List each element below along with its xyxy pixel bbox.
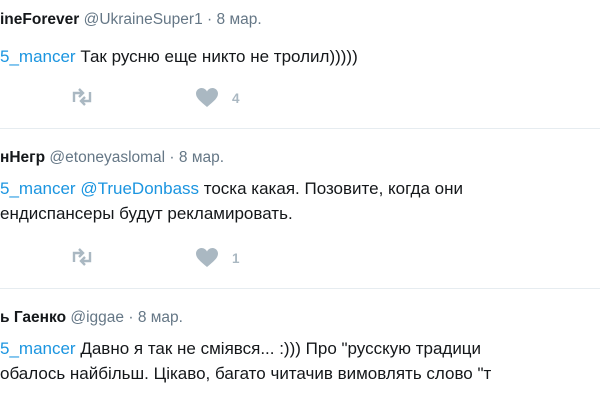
display-name[interactable]: нНегр	[0, 149, 45, 166]
user-handle[interactable]: @etoneyaslomal	[49, 149, 165, 166]
heart-icon	[196, 248, 218, 267]
like-count: 4	[232, 90, 240, 106]
tweet-text-line2: ендиспансеры будут рекламировать.	[0, 204, 293, 223]
tweet-text-content: Так русню еще никто не тролил)))))	[75, 47, 358, 66]
tweet-text: 5_mancer Давно я так не сміявся... :))) …	[0, 336, 491, 386]
retweet-button[interactable]	[70, 248, 94, 266]
timestamp[interactable]: 8 мар.	[217, 11, 262, 28]
user-handle[interactable]: @iggae	[70, 309, 124, 326]
reply-mention[interactable]: 5_mancer	[0, 179, 76, 198]
tweet-header: нНегр @etoneyaslomal · 8 мар.	[0, 148, 224, 168]
display-name[interactable]: ineForever	[0, 11, 79, 28]
tweet-text-line2: обалось найбільш. Цікаво, багато читачив…	[0, 364, 492, 383]
tweet-header: ineForever @UkraineSuper1 · 8 мар.	[0, 10, 262, 30]
retweet-icon	[72, 248, 92, 266]
user-handle[interactable]: @UkraineSuper1	[84, 11, 203, 28]
separator-dot: ·	[207, 11, 213, 28]
tweet-text: 5_mancer @TrueDonbass тоска какая. Позов…	[0, 176, 463, 226]
reply-mention[interactable]: 5_mancer	[0, 47, 76, 66]
retweet-icon	[72, 88, 92, 106]
retweet-button[interactable]	[70, 88, 94, 106]
mention-link[interactable]: @TrueDonbass	[80, 179, 199, 198]
separator-dot: ·	[169, 149, 175, 166]
like-count: 1	[232, 250, 240, 266]
tweet-text: 5_mancer Так русню еще никто не тролил))…	[0, 44, 358, 69]
timestamp[interactable]: 8 мар.	[179, 149, 224, 166]
heart-icon	[196, 88, 218, 107]
display-name[interactable]: ь Гаенко	[0, 309, 66, 326]
like-button[interactable]: 4	[196, 88, 240, 108]
tweet-text-line1: тоска какая. Позовите, когда они	[199, 179, 463, 198]
separator-dot: ·	[128, 309, 134, 326]
tweet-text-line1: Давно я так не сміявся... :))) Про "русс…	[75, 339, 482, 358]
like-button[interactable]: 1	[196, 248, 240, 268]
reply-mention[interactable]: 5_mancer	[0, 339, 76, 358]
tweet-divider	[0, 128, 600, 129]
tweet-divider	[0, 288, 600, 289]
timestamp[interactable]: 8 мар.	[138, 309, 183, 326]
tweet-header: ь Гаенко @iggae · 8 мар.	[0, 308, 183, 328]
